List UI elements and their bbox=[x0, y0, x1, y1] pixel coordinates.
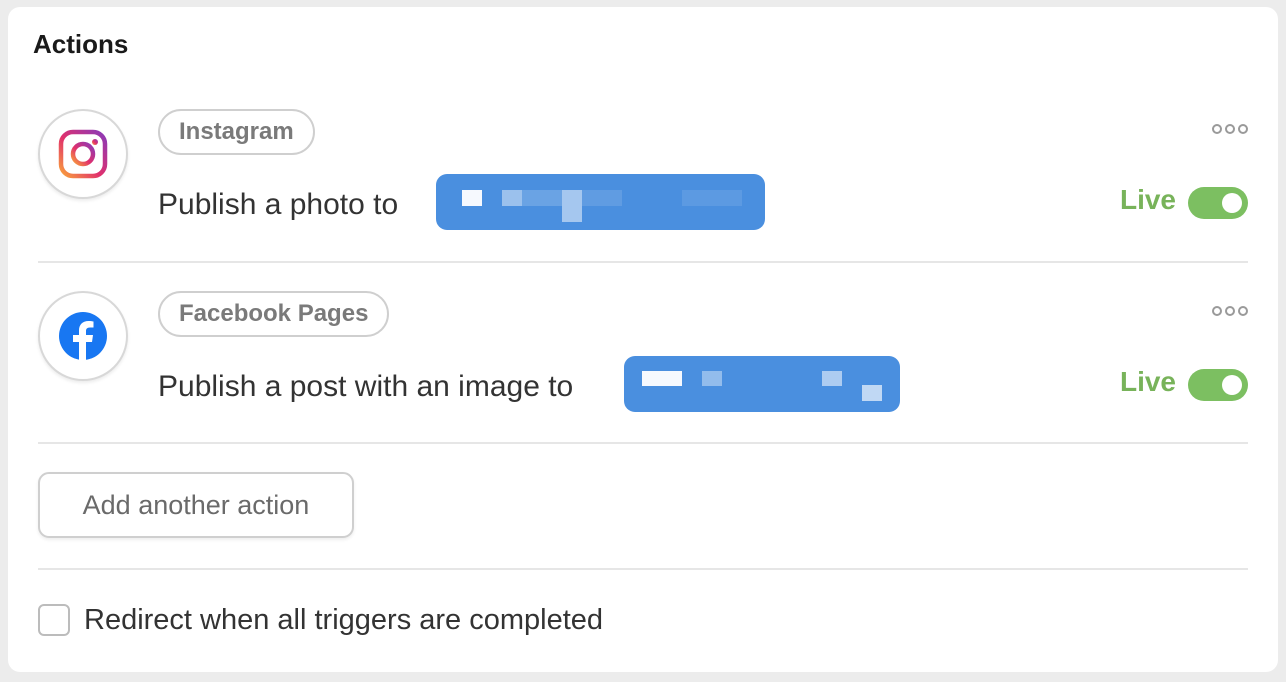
redirect-label[interactable]: Redirect when all triggers are completed bbox=[84, 604, 603, 637]
status-label: Live bbox=[1119, 366, 1176, 397]
action-row-facebook: Facebook Pages Publish a post with an im… bbox=[38, 282, 1248, 463]
toggle-knob bbox=[1222, 375, 1242, 395]
section-title: Actions bbox=[33, 29, 129, 59]
instagram-icon bbox=[38, 109, 128, 199]
more-options-button[interactable] bbox=[1212, 122, 1248, 136]
status-label: Live bbox=[1119, 184, 1176, 215]
app-badge-instagram: Instagram bbox=[158, 109, 315, 155]
action-description: Publish a photo to bbox=[158, 188, 399, 221]
target-account-pill[interactable] bbox=[436, 174, 765, 230]
actions-card: Actions Instagram Publish a photo to Liv… bbox=[8, 7, 1278, 672]
add-another-action-button[interactable]: Add another action bbox=[38, 472, 354, 538]
facebook-icon bbox=[38, 291, 128, 381]
divider bbox=[38, 568, 1248, 570]
redirect-checkbox[interactable] bbox=[38, 604, 70, 636]
live-toggle[interactable] bbox=[1188, 369, 1248, 401]
action-description: Publish a post with an image to bbox=[158, 370, 574, 403]
more-options-button[interactable] bbox=[1212, 304, 1248, 318]
target-page-pill[interactable] bbox=[624, 356, 900, 412]
app-badge-facebook-pages: Facebook Pages bbox=[158, 291, 390, 337]
redirect-option: Redirect when all triggers are completed bbox=[38, 603, 603, 637]
toggle-knob bbox=[1222, 193, 1242, 213]
live-toggle[interactable] bbox=[1188, 187, 1248, 219]
divider bbox=[38, 442, 1248, 444]
action-row-instagram: Instagram Publish a photo to Live bbox=[38, 100, 1248, 281]
divider bbox=[38, 261, 1248, 263]
